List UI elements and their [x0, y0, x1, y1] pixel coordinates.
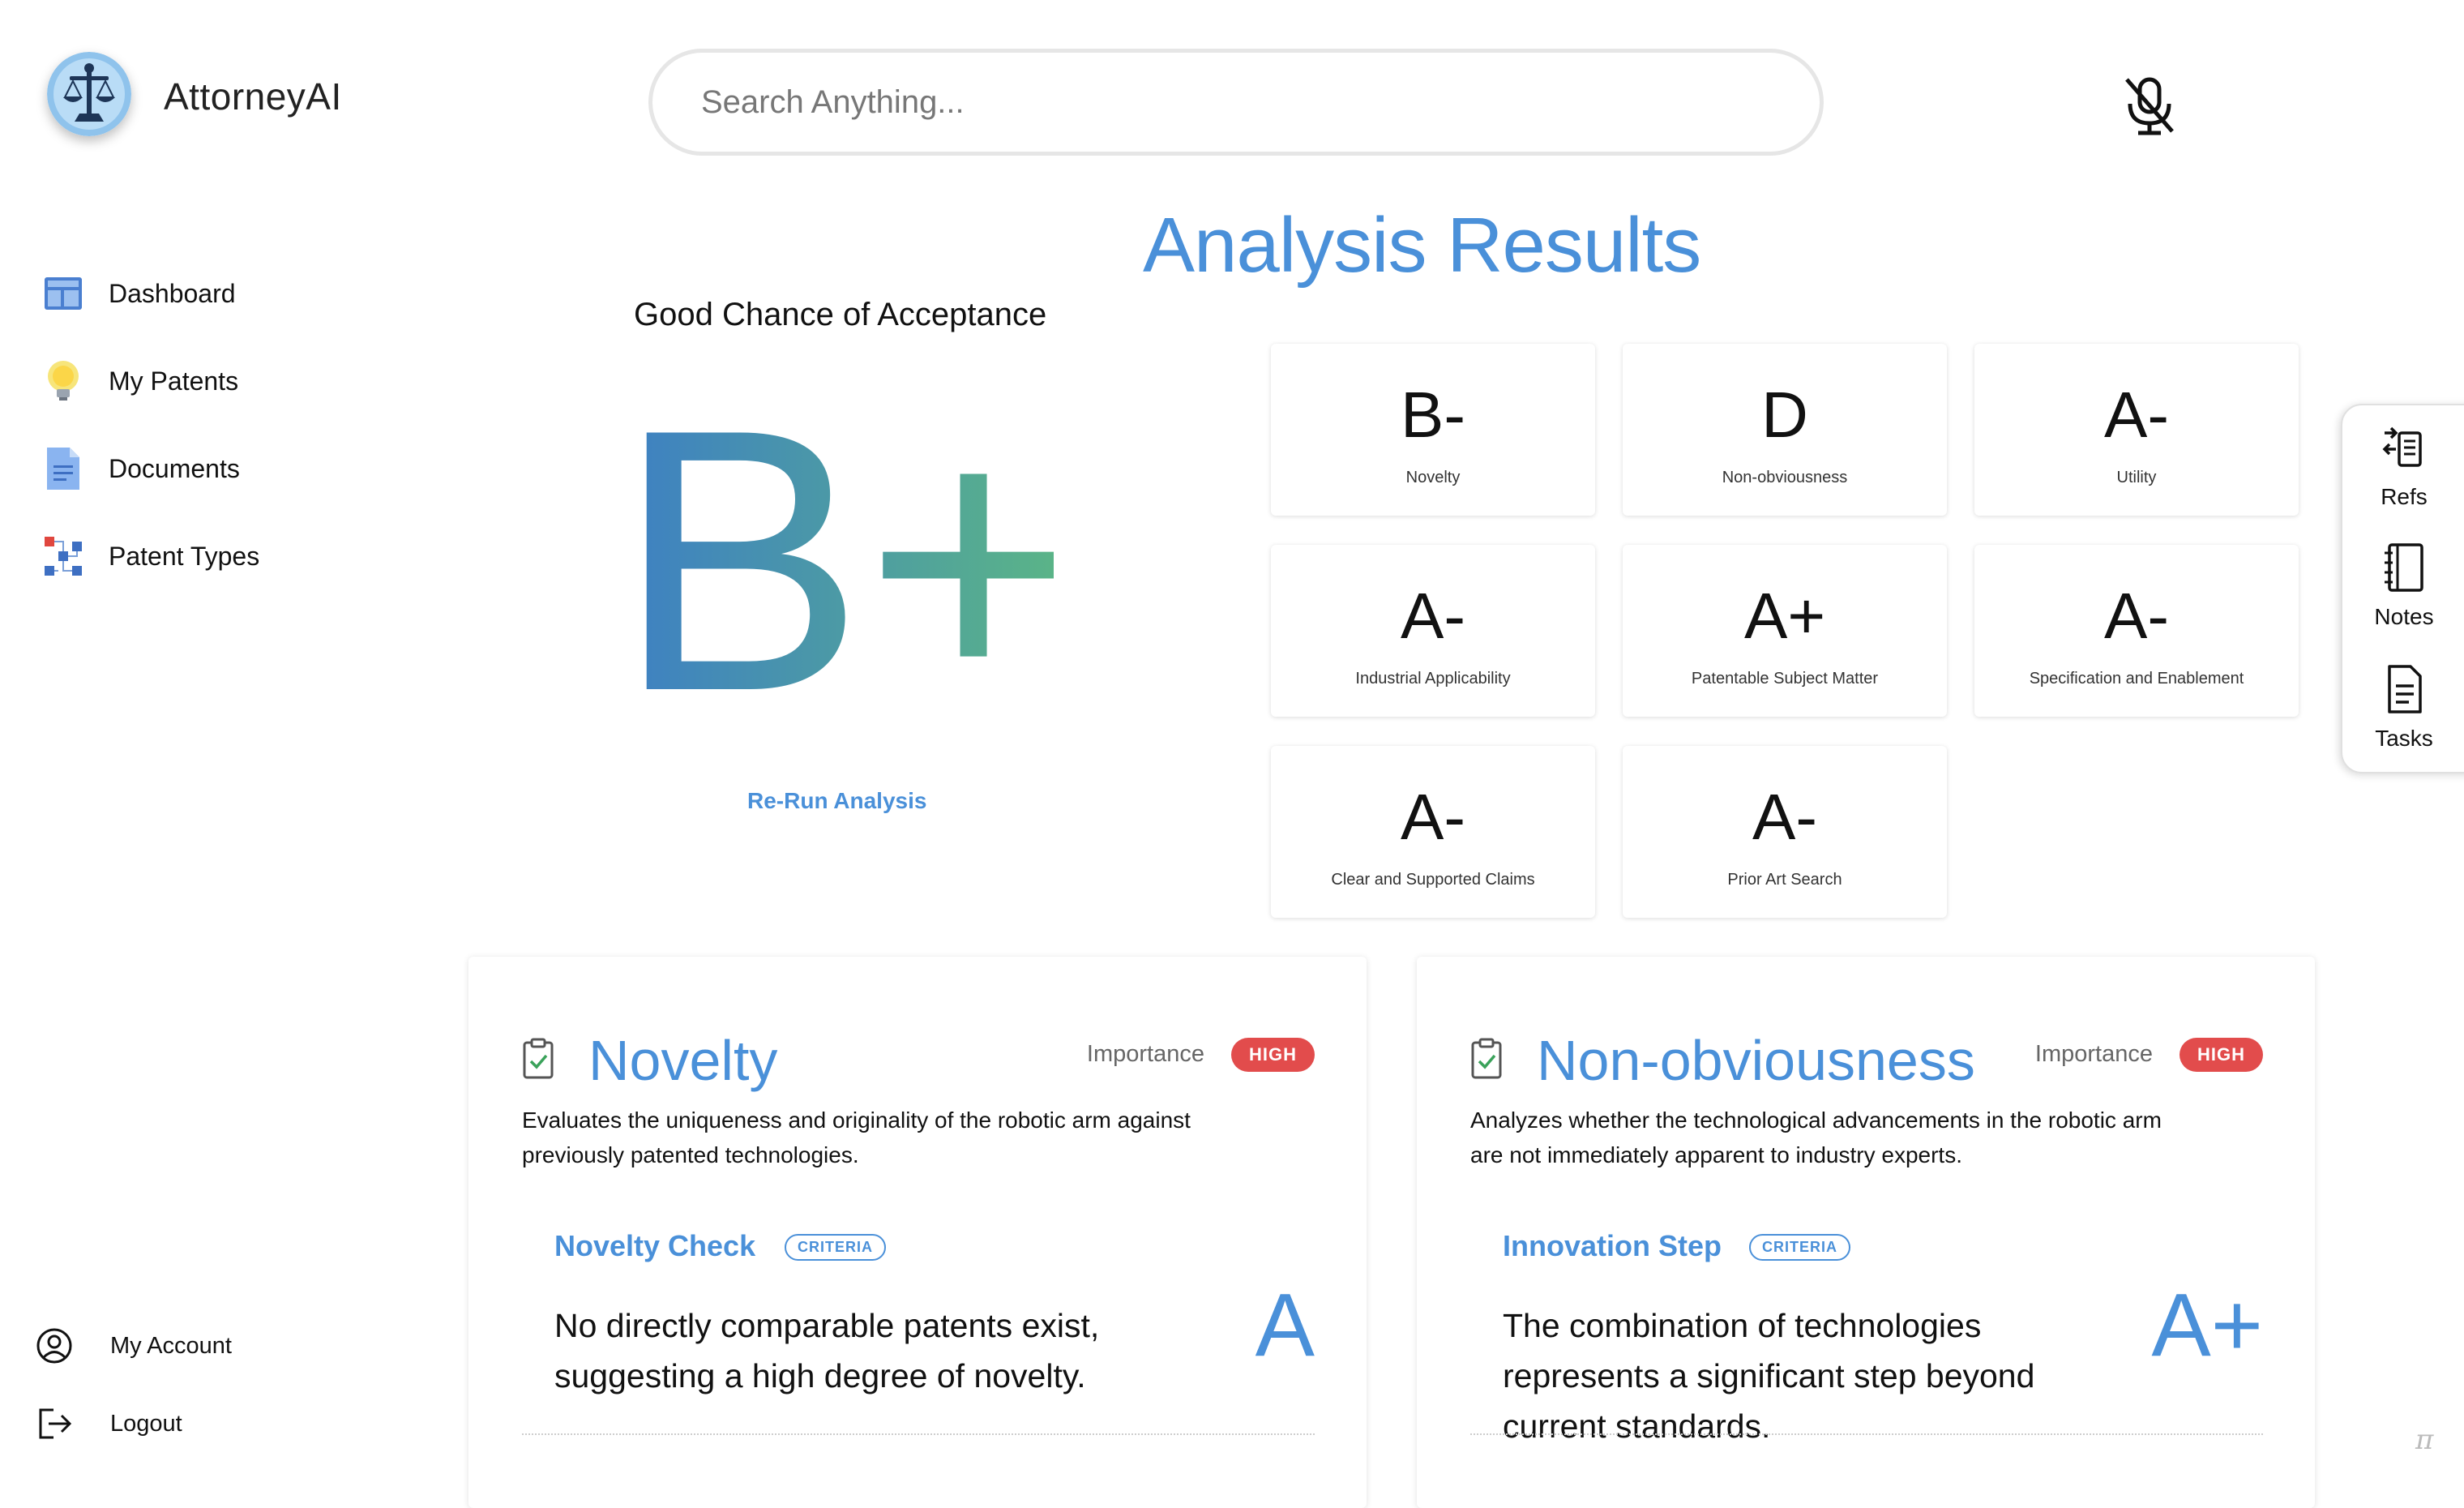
detail-card-non-obviousness: Non-obviousness Importance HIGH Analyzes… [1417, 957, 2315, 1508]
grade-value: A- [1401, 580, 1465, 652]
sidebar-item-dashboard[interactable]: Dashboard [42, 263, 236, 324]
grade-card-specification-enablement[interactable]: A- Specification and Enablement [1974, 545, 2299, 717]
grade-label: Specification and Enablement [2029, 670, 2244, 688]
grade-label: Novelty [1405, 469, 1461, 486]
criterion-grade: A+ [2151, 1275, 2263, 1375]
criteria-tag: CRITERIA [785, 1234, 886, 1261]
grade-label: Non-obviousness [1722, 469, 1848, 486]
grade-card-prior-art-search[interactable]: A- Prior Art Search [1623, 746, 1947, 918]
grade-label: Patentable Subject Matter [1691, 670, 1879, 688]
importance-badge: HIGH [1231, 1038, 1315, 1072]
criterion-grade: A [1255, 1275, 1315, 1375]
logout-icon [39, 1408, 72, 1439]
overall-grade: B+ [616, 389, 1054, 713]
clipboard-check-icon [523, 1038, 554, 1079]
mic-toggle-button[interactable] [2120, 75, 2179, 136]
account-icon [36, 1328, 72, 1364]
grade-label: Industrial Applicability [1355, 670, 1511, 688]
document-icon [42, 448, 84, 490]
criterion-text: No directly comparable patents exist, su… [554, 1307, 1100, 1394]
grade-value: B- [1401, 379, 1465, 451]
right-tool-rail: Refs Notes Tasks [2341, 404, 2464, 773]
pi-symbol: π [2415, 1424, 2434, 1456]
refs-icon [2382, 426, 2422, 467]
grade-value: D [1761, 379, 1808, 451]
sidebar-item-label: Documents [109, 453, 240, 483]
detail-description: Evaluates the uniqueness and originality… [522, 1107, 1191, 1167]
page-title: Analysis Results [1143, 202, 1701, 289]
rail-item-label: Refs [2381, 484, 2428, 509]
mic-off-icon [2125, 77, 2174, 135]
grade-card-non-obviousness[interactable]: D Non-obviousness [1623, 344, 1947, 516]
grade-value: A- [1401, 781, 1465, 853]
logout-link[interactable]: Logout [36, 1399, 182, 1448]
grade-card-clear-supported-claims[interactable]: A- Clear and Supported Claims [1271, 746, 1595, 918]
criterion-title: Novelty Check [554, 1229, 756, 1262]
lightbulb-icon [42, 360, 84, 402]
sidebar-item-documents[interactable]: Documents [42, 438, 240, 499]
detail-title: Novelty [588, 1029, 778, 1092]
importance-badge: HIGH [2180, 1038, 2263, 1072]
grade-label: Clear and Supported Claims [1331, 871, 1535, 889]
criterion-title: Innovation Step [1503, 1229, 1722, 1262]
grade-value: A+ [1743, 580, 1826, 652]
detail-card-novelty: Novelty Importance HIGH Evaluates the un… [468, 957, 1367, 1508]
rail-item-notes[interactable]: Notes [2342, 542, 2464, 630]
grade-value: A- [2104, 580, 2169, 652]
detail-title: Non-obviousness [1537, 1029, 1975, 1092]
rail-item-label: Notes [2374, 604, 2434, 629]
my-account-label: My Account [110, 1332, 232, 1359]
grade-card-patentable-subject-matter[interactable]: A+ Patentable Subject Matter [1623, 545, 1947, 717]
my-account-link[interactable]: My Account [36, 1322, 232, 1370]
sidebar-item-label: Patent Types [109, 541, 260, 571]
sidebar-item-label: My Patents [109, 366, 239, 396]
detail-description: Analyzes whether the technological advan… [1470, 1107, 2162, 1167]
overall-grade-text: B+ [616, 389, 1054, 713]
rerun-analysis-button[interactable]: Re-Run Analysis [747, 788, 926, 814]
logout-label: Logout [110, 1410, 182, 1437]
app-brand: AttorneyAI [164, 75, 342, 118]
grade-card-novelty[interactable]: B- Novelty [1271, 344, 1595, 516]
notebook-icon [2385, 543, 2423, 592]
criterion-text: The combination of technologies represen… [1503, 1307, 2035, 1445]
sidebar-item-label: Dashboard [109, 278, 236, 308]
grade-label: Prior Art Search [1727, 871, 1842, 889]
document-icon [2388, 665, 2422, 713]
hierarchy-icon [42, 535, 84, 577]
grade-label: Utility [2116, 469, 2157, 486]
rail-item-refs[interactable]: Refs [2342, 422, 2464, 510]
grade-value: A- [2104, 379, 2169, 451]
divider [522, 1433, 1315, 1435]
criteria-tag: CRITERIA [1749, 1234, 1850, 1261]
dashboard-icon [42, 272, 84, 315]
app-logo[interactable] [47, 52, 131, 136]
importance-label: Importance [2034, 1041, 2153, 1067]
grade-card-utility[interactable]: A- Utility [1974, 344, 2299, 516]
rail-item-tasks[interactable]: Tasks [2342, 663, 2464, 752]
sidebar-item-my-patents[interactable]: My Patents [42, 350, 238, 412]
overall-subtitle: Good Chance of Acceptance [634, 297, 1047, 332]
sidebar-item-patent-types[interactable]: Patent Types [42, 525, 259, 587]
search-input[interactable] [652, 53, 1820, 152]
divider [1470, 1433, 2263, 1435]
grade-card-industrial-applicability[interactable]: A- Industrial Applicability [1271, 545, 1595, 717]
grade-value: A- [1752, 781, 1817, 853]
rail-item-label: Tasks [2375, 726, 2433, 751]
scales-of-justice-icon [47, 52, 131, 136]
clipboard-check-icon [1471, 1038, 1502, 1079]
importance-label: Importance [1086, 1041, 1204, 1067]
search-bar[interactable] [648, 49, 1824, 156]
